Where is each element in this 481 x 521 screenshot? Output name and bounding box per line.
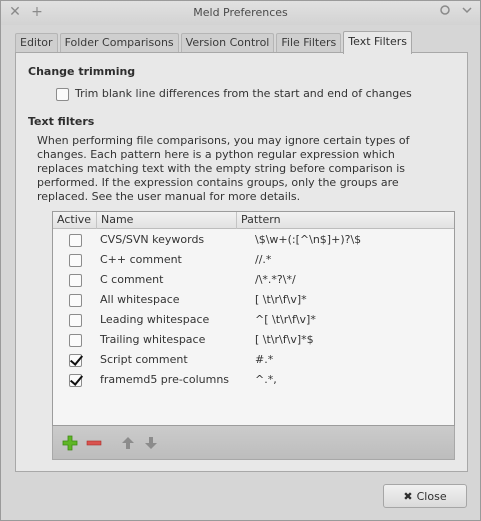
filter-active-checkbox[interactable] bbox=[69, 254, 82, 267]
filter-pattern[interactable]: [ \t\r\f\v]* bbox=[255, 293, 307, 306]
filters-table: Active Name Pattern CVS/SVN keywords \$\… bbox=[52, 211, 455, 426]
filter-pattern[interactable]: ^[ \t\r\f\v]* bbox=[255, 313, 316, 326]
filter-name[interactable]: All whitespace bbox=[100, 293, 180, 306]
table-row[interactable]: Script comment #.* bbox=[53, 350, 454, 370]
table-row[interactable]: C comment /\*.*?\*/ bbox=[53, 270, 454, 290]
close-icon: ✖ bbox=[403, 489, 413, 503]
filter-active-checkbox[interactable] bbox=[69, 334, 82, 347]
maximize-icon[interactable] bbox=[437, 4, 453, 20]
text-filters-heading: Text filters bbox=[28, 115, 95, 128]
filter-active-checkbox[interactable] bbox=[69, 234, 82, 247]
filter-pattern[interactable]: /\*.*?\*/ bbox=[255, 273, 296, 286]
filter-pattern[interactable]: ^.*, bbox=[255, 373, 277, 386]
tab-editor[interactable]: Editor bbox=[15, 33, 58, 53]
filter-name[interactable]: Leading whitespace bbox=[100, 313, 209, 326]
change-trimming-heading: Change trimming bbox=[28, 65, 136, 78]
filter-pattern[interactable]: //.* bbox=[255, 253, 271, 266]
text-filters-description: When performing file comparisons, you ma… bbox=[37, 134, 410, 203]
filter-pattern[interactable]: [ \t\r\f\v]*$ bbox=[255, 333, 314, 346]
close-button[interactable]: ✖ Close bbox=[383, 484, 467, 508]
filter-name[interactable]: framemd5 pre-columns bbox=[100, 373, 229, 386]
filter-active-checkbox[interactable] bbox=[69, 274, 82, 287]
filters-toolbar bbox=[52, 426, 455, 460]
filter-pattern[interactable]: #.* bbox=[255, 353, 273, 366]
minus-icon[interactable] bbox=[86, 435, 102, 451]
column-active[interactable]: Active bbox=[53, 212, 97, 229]
filter-name[interactable]: C comment bbox=[100, 273, 163, 286]
trim-blank-lines-checkbox[interactable] bbox=[56, 88, 69, 101]
title-bar: ✕ + Meld Preferences bbox=[1, 1, 480, 25]
column-name[interactable]: Name bbox=[97, 212, 237, 229]
filter-active-checkbox[interactable] bbox=[69, 314, 82, 327]
table-row[interactable]: Leading whitespace ^[ \t\r\f\v]* bbox=[53, 310, 454, 330]
arrow-down-icon[interactable] bbox=[143, 435, 159, 451]
tab-bar: Editor Folder Comparisons Version Contro… bbox=[15, 31, 414, 54]
filter-name[interactable]: CVS/SVN keywords bbox=[100, 233, 204, 246]
table-row[interactable]: C++ comment //.* bbox=[53, 250, 454, 270]
preferences-window: ✕ + Meld Preferences Editor Folder Compa… bbox=[0, 0, 481, 521]
filter-active-checkbox[interactable] bbox=[69, 374, 82, 387]
filter-name[interactable]: Trailing whitespace bbox=[100, 333, 205, 346]
minimize-icon[interactable] bbox=[459, 4, 475, 20]
column-pattern[interactable]: Pattern bbox=[237, 212, 454, 229]
table-header: Active Name Pattern bbox=[53, 212, 454, 229]
trim-blank-lines-label[interactable]: Trim blank line differences from the sta… bbox=[75, 87, 412, 100]
plus-icon[interactable] bbox=[62, 435, 78, 451]
table-row[interactable]: CVS/SVN keywords \$\w+(:[^\n$]+)?\$ bbox=[53, 230, 454, 250]
table-row[interactable]: All whitespace [ \t\r\f\v]* bbox=[53, 290, 454, 310]
tab-version-control[interactable]: Version Control bbox=[180, 33, 275, 53]
window-title: Meld Preferences bbox=[193, 6, 288, 19]
tab-text-filters[interactable]: Text Filters bbox=[343, 31, 412, 54]
filter-name[interactable]: C++ comment bbox=[100, 253, 182, 266]
filter-active-checkbox[interactable] bbox=[69, 294, 82, 307]
table-row[interactable]: Trailing whitespace [ \t\r\f\v]*$ bbox=[53, 330, 454, 350]
close-button-label: Close bbox=[416, 489, 447, 503]
tab-folder-comparisons[interactable]: Folder Comparisons bbox=[59, 33, 179, 53]
tab-file-filters[interactable]: File Filters bbox=[276, 33, 342, 53]
filter-pattern[interactable]: \$\w+(:[^\n$]+)?\$ bbox=[255, 233, 361, 246]
arrow-up-icon[interactable] bbox=[120, 435, 136, 451]
filter-active-checkbox[interactable] bbox=[69, 354, 82, 367]
filter-name[interactable]: Script comment bbox=[100, 353, 188, 366]
table-row[interactable]: framemd5 pre-columns ^.*, bbox=[53, 370, 454, 390]
